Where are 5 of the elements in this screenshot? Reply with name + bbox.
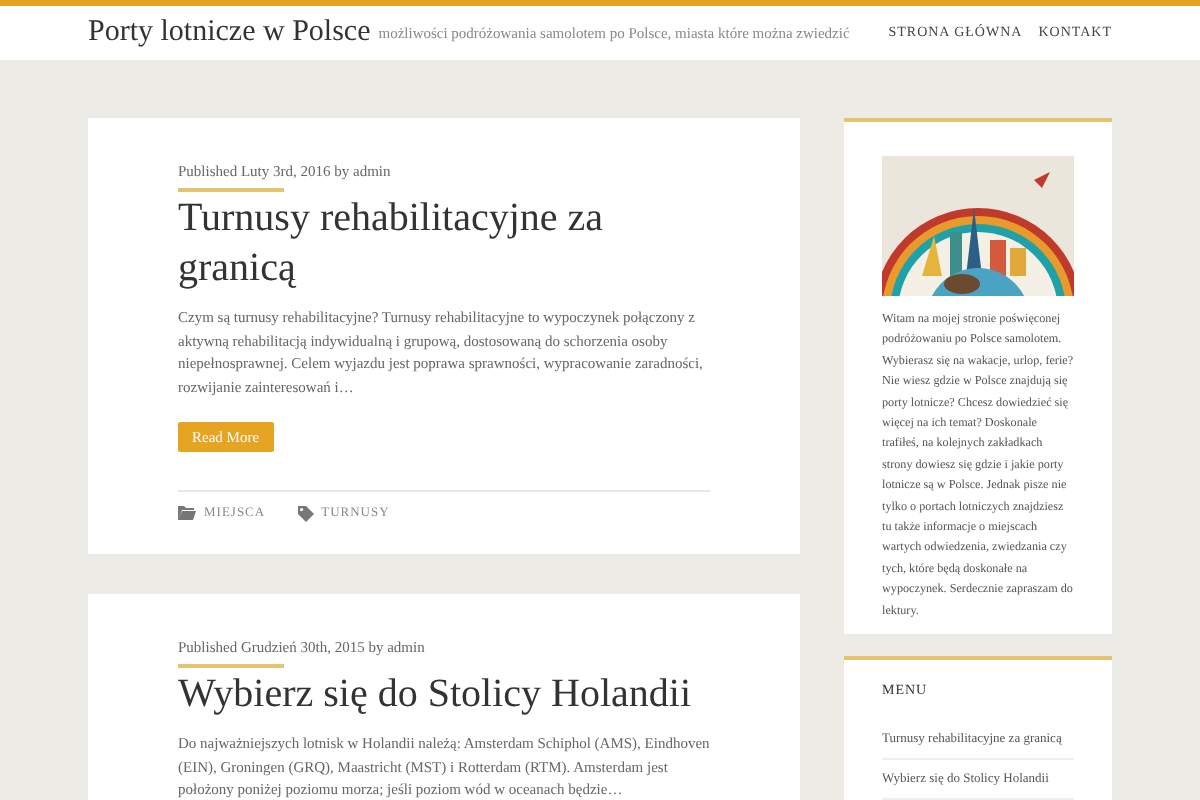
tag-icon [297, 505, 314, 521]
post-title[interactable]: Wybierz się do Stolicy Holandii [178, 670, 710, 720]
post-title[interactable]: Turnusy rehabilitacyjne za granicą [178, 194, 710, 294]
folder-icon [178, 506, 196, 520]
site-title[interactable]: Porty lotnicze w Polsce [88, 10, 371, 56]
